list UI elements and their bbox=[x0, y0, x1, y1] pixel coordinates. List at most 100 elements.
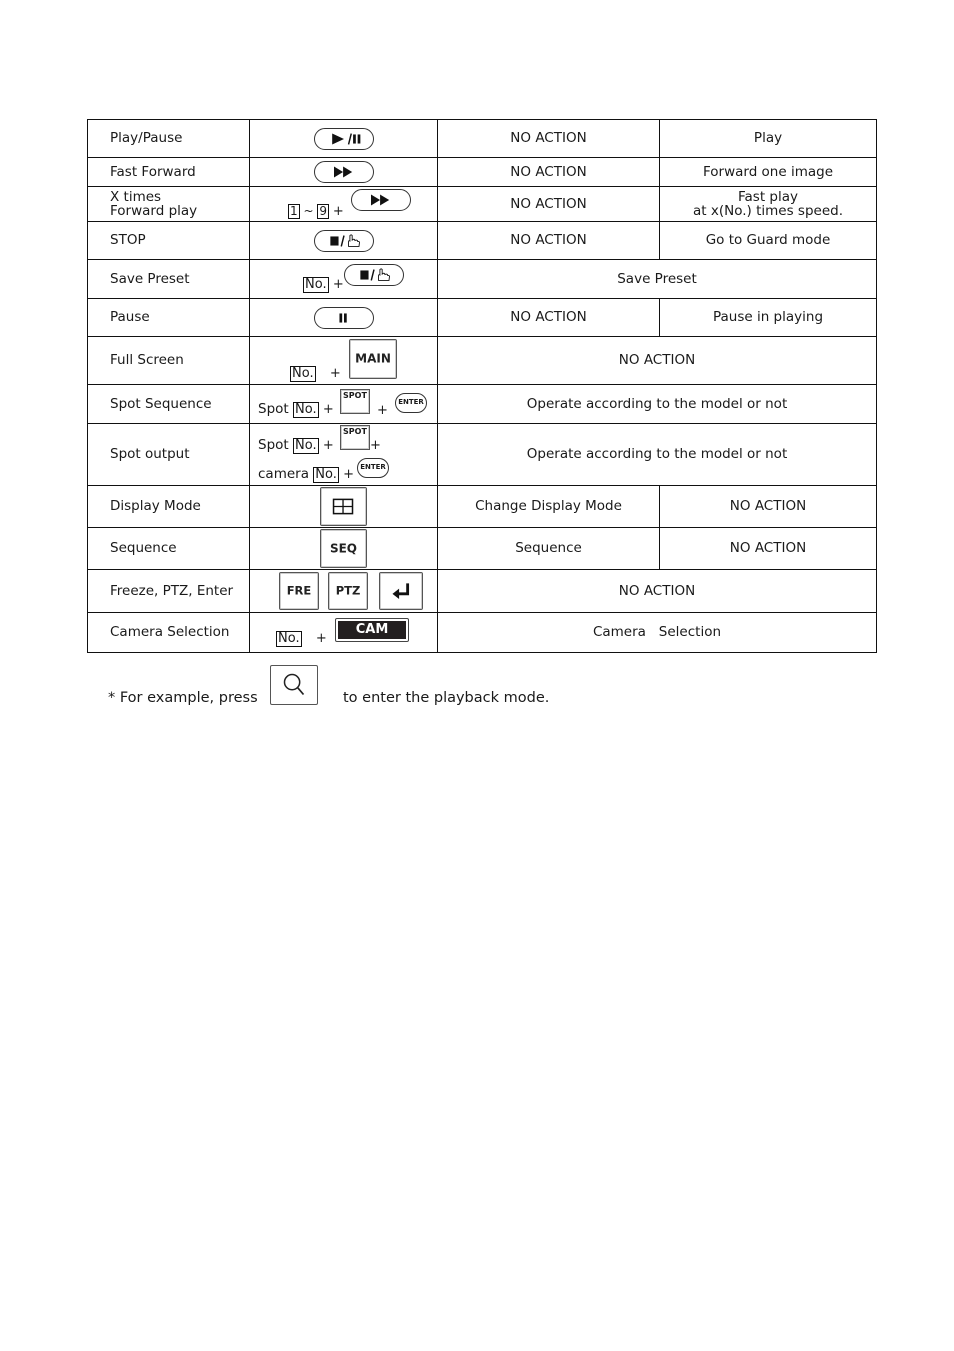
quad-display-key-icon bbox=[320, 487, 367, 526]
digit-key-from: 1 bbox=[288, 204, 300, 219]
fast-forward-key-icon bbox=[313, 161, 374, 183]
function-label: X times Forward play bbox=[87, 186, 250, 222]
digit-key-to: 9 bbox=[317, 204, 329, 219]
plus-sign: + bbox=[315, 631, 327, 646]
table-row: Pause NO ACTION Pause in playing bbox=[87, 298, 877, 337]
key-cell: SEQ bbox=[249, 527, 438, 570]
fast-forward-key-icon bbox=[351, 189, 411, 211]
note-text-after: to enter the playback mode. bbox=[343, 690, 550, 706]
enter-key-icon: ENTER bbox=[357, 458, 389, 478]
function-label: Freeze, PTZ, Enter bbox=[87, 569, 250, 613]
manual-page: Play/Pause NO ACTION Play Fast Forward N… bbox=[0, 0, 954, 1351]
freeze-key-icon: FRE bbox=[279, 572, 319, 610]
function-label: Spot Sequence bbox=[87, 384, 250, 424]
function-label: Spot output bbox=[87, 423, 250, 486]
key-cell: No. + MAIN bbox=[249, 336, 438, 385]
table-row: Spot Sequence Spot No. + SPOT + ENTER Op… bbox=[87, 384, 877, 424]
merged-action: NO ACTION bbox=[437, 336, 877, 385]
note-text-before: * For example, press bbox=[108, 690, 258, 706]
function-label: Sequence bbox=[87, 527, 250, 570]
cam-key-icon: CAM bbox=[335, 618, 409, 642]
playback-action-line1: Fast play bbox=[738, 189, 798, 205]
ptz-key-icon: PTZ bbox=[328, 572, 368, 610]
key-cell bbox=[249, 485, 438, 528]
function-label: STOP bbox=[87, 221, 250, 260]
number-key-box: No. bbox=[293, 402, 319, 418]
key-cell bbox=[249, 298, 438, 337]
playback-action-line2: at x(No.) times speed. bbox=[693, 203, 843, 219]
plus-sign: + bbox=[377, 403, 388, 418]
stop-guard-key-icon bbox=[344, 264, 404, 286]
table-row: Display Mode Change Display Mode NO ACTI… bbox=[87, 485, 877, 528]
merged-action: Operate according to the model or not bbox=[437, 384, 877, 424]
playback-action: Forward one image bbox=[659, 157, 877, 187]
table-row: X times Forward play 1 ~ 9 + NO ACTION F… bbox=[87, 186, 877, 222]
key-cell bbox=[249, 157, 438, 187]
spot-text: Spot bbox=[258, 437, 289, 453]
function-label: Save Preset bbox=[87, 259, 250, 299]
function-label: Full Screen bbox=[87, 336, 250, 385]
function-label: Pause bbox=[87, 298, 250, 337]
live-action: NO ACTION bbox=[437, 119, 660, 158]
key-cell: 1 ~ 9 + bbox=[249, 186, 438, 222]
function-label-line1: X times bbox=[110, 189, 162, 205]
plus-sign: + bbox=[370, 438, 381, 453]
pause-key-icon bbox=[313, 306, 374, 329]
function-label: Camera Selection bbox=[87, 612, 250, 653]
enter-key-icon: ENTER bbox=[395, 393, 427, 413]
search-key-icon bbox=[270, 665, 318, 705]
spot-text: Spot bbox=[258, 401, 289, 417]
playback-action: Fast play at x(No.) times speed. bbox=[659, 186, 877, 222]
number-key-box: No. bbox=[303, 277, 329, 293]
key-cell: No. + bbox=[249, 259, 438, 299]
spot-key-icon: SPOT bbox=[340, 425, 370, 450]
live-action: NO ACTION bbox=[437, 186, 660, 222]
plus-sign: + bbox=[329, 366, 341, 381]
key-cell: FRE PTZ bbox=[249, 569, 438, 613]
live-action: NO ACTION bbox=[437, 157, 660, 187]
key-cell: Spot No. + SPOT + camera No. + ENTER bbox=[249, 423, 438, 486]
key-cell bbox=[249, 221, 438, 260]
seq-key-icon: SEQ bbox=[320, 529, 367, 568]
key-cell bbox=[249, 119, 438, 158]
merged-action: Save Preset bbox=[437, 259, 877, 299]
table-row: Sequence SEQ Sequence NO ACTION bbox=[87, 527, 877, 570]
live-action: NO ACTION bbox=[437, 221, 660, 260]
playback-action: Pause in playing bbox=[659, 298, 877, 337]
plus-sign: + bbox=[322, 438, 334, 453]
merged-action: Camera Selection bbox=[437, 612, 877, 653]
number-key-box: No. bbox=[313, 467, 339, 483]
key-cell: No. + CAM bbox=[249, 612, 438, 653]
main-key-icon: MAIN bbox=[349, 339, 397, 379]
plus-sign: + bbox=[322, 402, 334, 417]
number-key-box: No. bbox=[276, 631, 302, 647]
live-action: NO ACTION bbox=[437, 298, 660, 337]
table-row: Play/Pause NO ACTION Play bbox=[87, 119, 877, 158]
table-row: Spot output Spot No. + SPOT + camera No.… bbox=[87, 423, 877, 486]
playback-action: NO ACTION bbox=[659, 527, 877, 570]
table-row: Fast Forward NO ACTION Forward one image bbox=[87, 157, 877, 187]
spot-key-icon: SPOT bbox=[340, 389, 370, 414]
playback-action: Go to Guard mode bbox=[659, 221, 877, 260]
play-pause-key-icon bbox=[313, 127, 374, 150]
number-key-box: No. bbox=[293, 438, 319, 454]
plus-sign: + bbox=[343, 467, 355, 482]
function-label-line2: Forward play bbox=[110, 203, 198, 219]
number-key-box: No. bbox=[290, 366, 316, 382]
live-action: Change Display Mode bbox=[437, 485, 660, 528]
enter-arrow-key-icon bbox=[379, 572, 423, 610]
merged-action: Operate according to the model or not bbox=[437, 423, 877, 486]
key-cell: Spot No. + SPOT + ENTER bbox=[249, 384, 438, 424]
plus-sign: + bbox=[332, 277, 344, 292]
live-action: Sequence bbox=[437, 527, 660, 570]
table-row: Full Screen No. + MAIN NO ACTION bbox=[87, 336, 877, 385]
playback-action: NO ACTION bbox=[659, 485, 877, 528]
function-label: Display Mode bbox=[87, 485, 250, 528]
example-note: * For example, press to enter the playba… bbox=[108, 690, 549, 706]
table-row: Camera Selection No. + CAM Camera Select… bbox=[87, 612, 877, 653]
remote-key-function-table: Play/Pause NO ACTION Play Fast Forward N… bbox=[87, 119, 877, 653]
stop-guard-key-icon bbox=[313, 229, 374, 252]
merged-action: NO ACTION bbox=[437, 569, 877, 613]
function-label: Play/Pause bbox=[87, 119, 250, 158]
table-row: Save Preset No. + Save Preset bbox=[87, 259, 877, 299]
